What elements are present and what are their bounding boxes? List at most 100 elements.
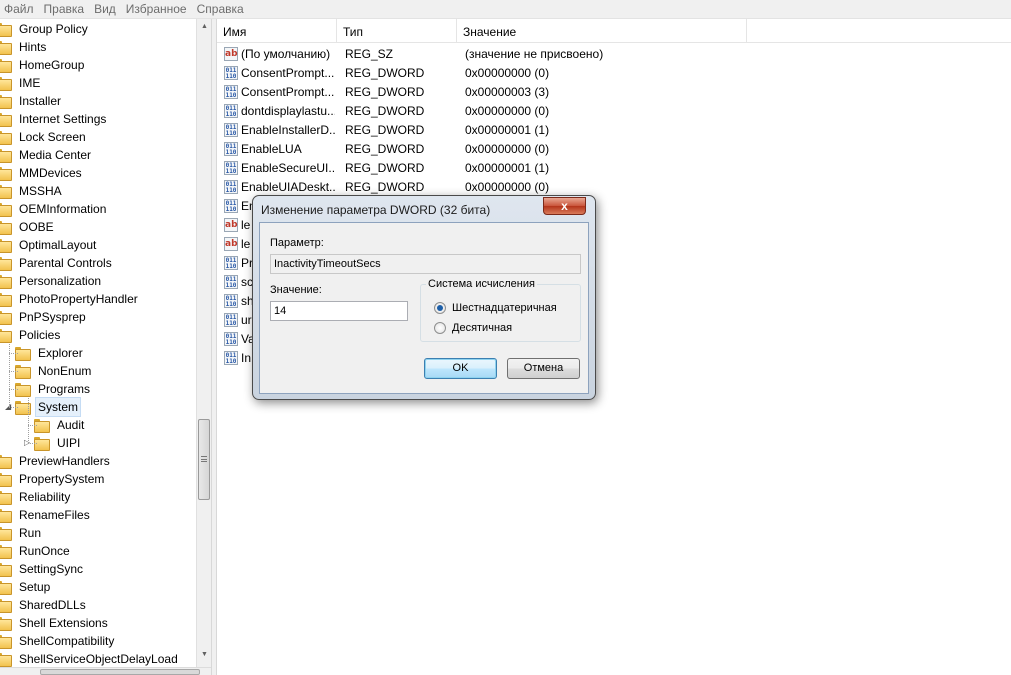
tree-item[interactable]: RunOnce: [0, 542, 196, 560]
folder-icon: [0, 203, 12, 217]
list-item[interactable]: 011 110 dontdisplaylastu... REG_DWORD 0x0000…: [217, 102, 1011, 121]
tree-item-label: Hints: [19, 40, 47, 54]
menu-file[interactable]: Файл: [4, 0, 40, 18]
close-button[interactable]: x: [543, 197, 586, 215]
tree-item[interactable]: PnPSysprep: [0, 308, 196, 326]
tree-item[interactable]: Programs: [0, 380, 196, 398]
value-type: REG_DWORD: [345, 142, 425, 156]
tree-item[interactable]: RenameFiles: [0, 506, 196, 524]
tree-item[interactable]: Hints: [0, 38, 196, 56]
tree-item[interactable]: Explorer: [0, 344, 196, 362]
tree-item[interactable]: OEMInformation: [0, 200, 196, 218]
scroll-down-arrow-icon[interactable]: ▼: [197, 647, 212, 662]
list-item[interactable]: 011 110 EnableSecureUI... REG_DWORD 0x000000…: [217, 159, 1011, 178]
tree-item[interactable]: NonEnum: [0, 362, 196, 380]
tree-connector: [28, 443, 37, 444]
edit-dword-dialog: Изменение параметра DWORD (32 бита) x Па…: [252, 195, 596, 400]
cancel-button[interactable]: Отмена: [507, 358, 580, 379]
tree-item[interactable]: IME: [0, 74, 196, 92]
tree-connector: [9, 344, 10, 407]
folder-icon: [0, 239, 12, 253]
tree-connector: [9, 371, 18, 372]
column-header-value[interactable]: Значение: [457, 19, 747, 43]
tree-item[interactable]: MSSHA: [0, 182, 196, 200]
tree-item[interactable]: PropertySystem: [0, 470, 196, 488]
tree-item[interactable]: Reliability: [0, 488, 196, 506]
tree-item-label: Audit: [57, 418, 85, 432]
menu-bar: Файл Правка Вид Избранное Справка: [0, 0, 1011, 19]
tree-item[interactable]: Installer: [0, 92, 196, 110]
dialog-titlebar[interactable]: Изменение параметра DWORD (32 бита) x: [253, 196, 595, 222]
string-value-icon: ab: [224, 47, 238, 61]
tree-item[interactable]: MMDevices: [0, 164, 196, 182]
tree-item[interactable]: Media Center: [0, 146, 196, 164]
binary-value-icon: 011 110: [224, 161, 238, 175]
decimal-radio[interactable]: [434, 322, 446, 334]
tree-item[interactable]: SettingSync: [0, 560, 196, 578]
param-name-label: Параметр:: [270, 237, 324, 249]
list-item[interactable]: 011 110 ConsentPrompt... REG_DWORD 0x0000000…: [217, 83, 1011, 102]
tree-item[interactable]: Lock Screen: [0, 128, 196, 146]
folder-icon: [0, 563, 12, 577]
value-name: (По умолчанию): [241, 47, 331, 61]
tree-item[interactable]: HomeGroup: [0, 56, 196, 74]
tree-item-label: Explorer: [38, 346, 83, 360]
folder-icon: [0, 635, 12, 649]
tree-item-label: Run: [19, 526, 42, 540]
registry-tree: Group Policy Hints HomeGroup IME Installer In…: [0, 19, 196, 667]
tree-item-label: Installer: [19, 94, 62, 108]
tree-item[interactable]: Shell Extensions: [0, 614, 196, 632]
value-data: 0x00000000 (0): [465, 142, 550, 156]
tree-scroll-thumb[interactable]: [198, 419, 210, 500]
column-header-type[interactable]: Тип: [337, 19, 457, 43]
tree-item[interactable]: OOBE: [0, 218, 196, 236]
tree-item[interactable]: Parental Controls: [0, 254, 196, 272]
tree-item[interactable]: PreviewHandlers: [0, 452, 196, 470]
decimal-radio-label[interactable]: Десятичная: [452, 322, 512, 334]
tree-item[interactable]: ShellCompatibility: [0, 632, 196, 650]
tree-item[interactable]: PhotoPropertyHandler: [0, 290, 196, 308]
list-item[interactable]: 011 110 EnableInstallerD... REG_DWORD 0x0000…: [217, 121, 1011, 140]
menu-edit[interactable]: Правка: [44, 0, 91, 18]
tree-hscroll-thumb[interactable]: [40, 669, 200, 675]
list-item[interactable]: ab (По умолчанию) REG_SZ (значение не присв…: [217, 45, 1011, 64]
tree-item[interactable]: SharedDLLs: [0, 596, 196, 614]
binary-value-icon: 011 110: [224, 123, 238, 137]
tree-item[interactable]: System ◢: [0, 397, 196, 417]
binary-value-icon: 011 110: [224, 332, 238, 346]
value-name: EnableLUA: [241, 142, 302, 156]
value-name: EnableSecureUI...: [241, 161, 335, 175]
menu-favorites[interactable]: Избранное: [126, 0, 193, 18]
menu-help[interactable]: Справка: [197, 0, 250, 18]
value-type: REG_DWORD: [345, 66, 425, 80]
list-item[interactable]: 011 110 ConsentPrompt... REG_DWORD 0x0000000…: [217, 64, 1011, 83]
list-item[interactable]: 011 110 EnableLUA REG_DWORD 0x00000000 (0): [217, 140, 1011, 159]
tree-item-label: Reliability: [19, 490, 71, 504]
tree-item[interactable]: Setup: [0, 578, 196, 596]
tree-item[interactable]: Run: [0, 524, 196, 542]
folder-icon: [0, 257, 12, 271]
tree-item-label: Personalization: [19, 274, 102, 288]
tree-item-label: Parental Controls: [19, 256, 112, 270]
column-header-name[interactable]: Имя: [217, 19, 337, 43]
tree-item[interactable]: Personalization: [0, 272, 196, 290]
tree-item[interactable]: Group Policy: [0, 20, 196, 38]
tree-vertical-scrollbar[interactable]: ▲ ▼: [196, 19, 211, 667]
tree-item[interactable]: Internet Settings: [0, 110, 196, 128]
tree-item[interactable]: ShellServiceObjectDelayLoad: [0, 650, 196, 667]
folder-icon: [0, 275, 12, 289]
hex-radio-label[interactable]: Шестнадцатеричная: [452, 302, 557, 314]
tree-item-label: PnPSysprep: [19, 310, 86, 324]
tree-connector: [9, 407, 18, 408]
hex-radio[interactable]: [434, 302, 446, 314]
folder-icon: [0, 221, 12, 235]
folder-icon: [0, 77, 12, 91]
scroll-up-arrow-icon[interactable]: ▲: [197, 19, 212, 34]
tree-item[interactable]: Policies: [0, 326, 196, 344]
ok-button[interactable]: OK: [424, 358, 497, 379]
menu-view[interactable]: Вид: [94, 0, 122, 18]
value-input[interactable]: [270, 301, 408, 321]
tree-horizontal-scrollbar[interactable]: [0, 667, 211, 675]
tree-item[interactable]: OptimalLayout: [0, 236, 196, 254]
close-icon: x: [561, 199, 568, 213]
